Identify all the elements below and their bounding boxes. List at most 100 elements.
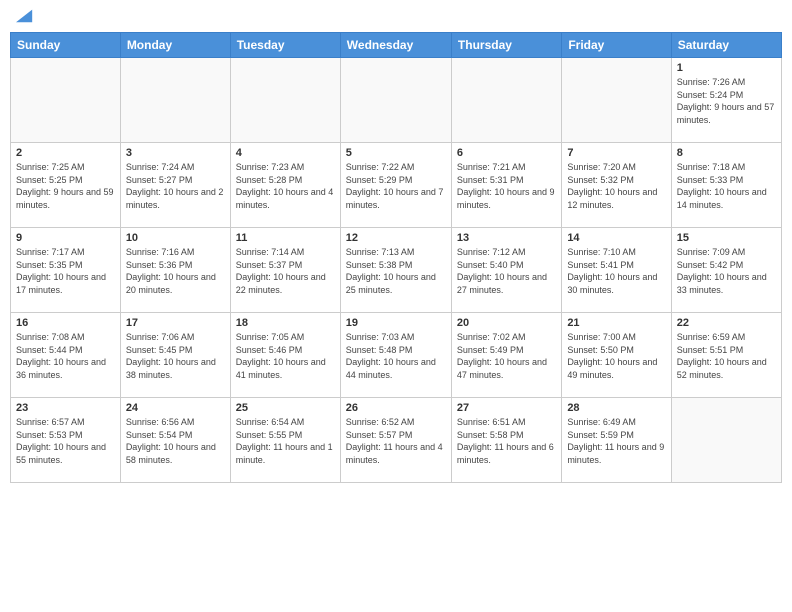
calendar-cell bbox=[562, 58, 671, 143]
calendar-cell bbox=[120, 58, 230, 143]
calendar-cell: 28Sunrise: 6:49 AM Sunset: 5:59 PM Dayli… bbox=[562, 398, 671, 483]
calendar-cell: 22 Sunrise: 6:59 AM Sunset: 5:51 PM Dayli… bbox=[671, 313, 781, 398]
calendar-cell: 27 Sunrise: 6:51 AM Sunset: 5:58 PM Dayli… bbox=[451, 398, 561, 483]
calendar-cell: 1 Sunrise: 7:26 AM Sunset: 5:24 PM Daylig… bbox=[671, 58, 781, 143]
weekday-header-wednesday: Wednesday bbox=[340, 33, 451, 58]
day-number: 7 bbox=[567, 147, 665, 159]
day-info: Sunrise: 7:22 AM Sunset: 5:29 PM Dayligh… bbox=[346, 161, 446, 211]
calendar-cell: 18 Sunrise: 7:05 AM Sunset: 5:46 PM Dayli… bbox=[230, 313, 340, 398]
calendar-cell bbox=[451, 58, 561, 143]
calendar-cell: 10 Sunrise: 7:16 AM Sunset: 5:36 PM Dayli… bbox=[120, 228, 230, 313]
day-info: Sunrise: 6:56 AM Sunset: 5:54 PM Dayligh… bbox=[126, 416, 225, 466]
calendar-cell: 13 Sunrise: 7:12 AM Sunset: 5:40 PM Dayli… bbox=[451, 228, 561, 313]
day-number: 2 bbox=[16, 147, 115, 159]
day-number: 21 bbox=[567, 317, 665, 329]
day-info: Sunrise: 7:02 AM Sunset: 5:49 PM Dayligh… bbox=[457, 331, 556, 381]
header bbox=[10, 10, 782, 24]
calendar-cell: 9 Sunrise: 7:17 AM Sunset: 5:35 PM Daylig… bbox=[11, 228, 121, 313]
day-number: 6 bbox=[457, 147, 556, 159]
day-info: Sunrise: 7:10 AM Sunset: 5:41 PM Dayligh… bbox=[567, 246, 665, 296]
day-number: 10 bbox=[126, 232, 225, 244]
calendar-cell: 23 Sunrise: 6:57 AM Sunset: 5:53 PM Dayli… bbox=[11, 398, 121, 483]
day-info: Sunrise: 7:12 AM Sunset: 5:40 PM Dayligh… bbox=[457, 246, 556, 296]
day-number: 20 bbox=[457, 317, 556, 329]
day-info: Sunrise: 7:25 AM Sunset: 5:25 PM Dayligh… bbox=[16, 161, 115, 211]
day-number: 8 bbox=[677, 147, 776, 159]
calendar-cell: 20 Sunrise: 7:02 AM Sunset: 5:49 PM Dayli… bbox=[451, 313, 561, 398]
day-info: Sunrise: 6:52 AM Sunset: 5:57 PM Dayligh… bbox=[346, 416, 446, 466]
day-info: Sunrise: 7:26 AM Sunset: 5:24 PM Dayligh… bbox=[677, 76, 776, 126]
day-info: Sunrise: 7:05 AM Sunset: 5:46 PM Dayligh… bbox=[236, 331, 335, 381]
day-number: 13 bbox=[457, 232, 556, 244]
week-row-1: 2 Sunrise: 7:25 AM Sunset: 5:25 PM Daylig… bbox=[11, 143, 782, 228]
calendar-cell: 6 Sunrise: 7:21 AM Sunset: 5:31 PM Daylig… bbox=[451, 143, 561, 228]
day-number: 9 bbox=[16, 232, 115, 244]
day-info: Sunrise: 7:20 AM Sunset: 5:32 PM Dayligh… bbox=[567, 161, 665, 211]
day-number: 23 bbox=[16, 402, 115, 414]
day-info: Sunrise: 7:16 AM Sunset: 5:36 PM Dayligh… bbox=[126, 246, 225, 296]
page: SundayMondayTuesdayWednesdayThursdayFrid… bbox=[0, 0, 792, 612]
calendar-cell bbox=[230, 58, 340, 143]
day-number: 17 bbox=[126, 317, 225, 329]
week-row-3: 16 Sunrise: 7:08 AM Sunset: 5:44 PM Dayli… bbox=[11, 313, 782, 398]
day-number: 12 bbox=[346, 232, 446, 244]
week-row-2: 9 Sunrise: 7:17 AM Sunset: 5:35 PM Daylig… bbox=[11, 228, 782, 313]
day-info: Sunrise: 6:57 AM Sunset: 5:53 PM Dayligh… bbox=[16, 416, 115, 466]
day-number: 18 bbox=[236, 317, 335, 329]
weekday-header-row: SundayMondayTuesdayWednesdayThursdayFrid… bbox=[11, 33, 782, 58]
calendar-cell: 7 Sunrise: 7:20 AM Sunset: 5:32 PM Daylig… bbox=[562, 143, 671, 228]
day-number: 1 bbox=[677, 62, 776, 74]
day-info: Sunrise: 6:51 AM Sunset: 5:58 PM Dayligh… bbox=[457, 416, 556, 466]
calendar-cell: 16 Sunrise: 7:08 AM Sunset: 5:44 PM Dayli… bbox=[11, 313, 121, 398]
day-number: 25 bbox=[236, 402, 335, 414]
day-number: 15 bbox=[677, 232, 776, 244]
day-info: Sunrise: 7:03 AM Sunset: 5:48 PM Dayligh… bbox=[346, 331, 446, 381]
calendar-cell: 17 Sunrise: 7:06 AM Sunset: 5:45 PM Dayli… bbox=[120, 313, 230, 398]
day-info: Sunrise: 7:06 AM Sunset: 5:45 PM Dayligh… bbox=[126, 331, 225, 381]
calendar-cell bbox=[671, 398, 781, 483]
calendar-cell: 15Sunrise: 7:09 AM Sunset: 5:42 PM Dayli… bbox=[671, 228, 781, 313]
calendar-cell: 26Sunrise: 6:52 AM Sunset: 5:57 PM Dayli… bbox=[340, 398, 451, 483]
day-number: 16 bbox=[16, 317, 115, 329]
week-row-0: 1 Sunrise: 7:26 AM Sunset: 5:24 PM Daylig… bbox=[11, 58, 782, 143]
weekday-header-monday: Monday bbox=[120, 33, 230, 58]
day-number: 22 bbox=[677, 317, 776, 329]
day-number: 11 bbox=[236, 232, 335, 244]
day-info: Sunrise: 7:08 AM Sunset: 5:44 PM Dayligh… bbox=[16, 331, 115, 381]
calendar-cell: 12 Sunrise: 7:13 AM Sunset: 5:38 PM Dayli… bbox=[340, 228, 451, 313]
week-row-4: 23 Sunrise: 6:57 AM Sunset: 5:53 PM Dayli… bbox=[11, 398, 782, 483]
day-number: 24 bbox=[126, 402, 225, 414]
day-info: Sunrise: 7:17 AM Sunset: 5:35 PM Dayligh… bbox=[16, 246, 115, 296]
weekday-header-sunday: Sunday bbox=[11, 33, 121, 58]
day-info: Sunrise: 6:54 AM Sunset: 5:55 PM Dayligh… bbox=[236, 416, 335, 466]
weekday-header-thursday: Thursday bbox=[451, 33, 561, 58]
calendar-cell: 11 Sunrise: 7:14 AM Sunset: 5:37 PM Dayli… bbox=[230, 228, 340, 313]
day-info: Sunrise: 7:21 AM Sunset: 5:31 PM Dayligh… bbox=[457, 161, 556, 211]
day-info: Sunrise: 7:24 AM Sunset: 5:27 PM Dayligh… bbox=[126, 161, 225, 211]
day-info: Sunrise: 6:49 AM Sunset: 5:59 PM Dayligh… bbox=[567, 416, 665, 466]
weekday-header-friday: Friday bbox=[562, 33, 671, 58]
day-number: 14 bbox=[567, 232, 665, 244]
calendar-cell bbox=[11, 58, 121, 143]
calendar-cell: 8 Sunrise: 7:18 AM Sunset: 5:33 PM Daylig… bbox=[671, 143, 781, 228]
day-info: Sunrise: 7:00 AM Sunset: 5:50 PM Dayligh… bbox=[567, 331, 665, 381]
day-number: 4 bbox=[236, 147, 335, 159]
day-info: Sunrise: 6:59 AM Sunset: 5:51 PM Dayligh… bbox=[677, 331, 776, 381]
day-info: Sunrise: 7:23 AM Sunset: 5:28 PM Dayligh… bbox=[236, 161, 335, 211]
day-number: 19 bbox=[346, 317, 446, 329]
calendar-cell: 5Sunrise: 7:22 AM Sunset: 5:29 PM Daylig… bbox=[340, 143, 451, 228]
day-info: Sunrise: 7:18 AM Sunset: 5:33 PM Dayligh… bbox=[677, 161, 776, 211]
day-info: Sunrise: 7:13 AM Sunset: 5:38 PM Dayligh… bbox=[346, 246, 446, 296]
day-info: Sunrise: 7:14 AM Sunset: 5:37 PM Dayligh… bbox=[236, 246, 335, 296]
calendar-table: SundayMondayTuesdayWednesdayThursdayFrid… bbox=[10, 32, 782, 483]
logo-icon bbox=[16, 6, 34, 24]
day-number: 3 bbox=[126, 147, 225, 159]
calendar-cell: 24 Sunrise: 6:56 AM Sunset: 5:54 PM Dayli… bbox=[120, 398, 230, 483]
day-number: 27 bbox=[457, 402, 556, 414]
calendar-cell: 19 Sunrise: 7:03 AM Sunset: 5:48 PM Dayli… bbox=[340, 313, 451, 398]
calendar-cell: 14 Sunrise: 7:10 AM Sunset: 5:41 PM Dayli… bbox=[562, 228, 671, 313]
calendar-cell: 25 Sunrise: 6:54 AM Sunset: 5:55 PM Dayli… bbox=[230, 398, 340, 483]
calendar-cell bbox=[340, 58, 451, 143]
logo bbox=[14, 10, 34, 24]
calendar-cell: 3 Sunrise: 7:24 AM Sunset: 5:27 PM Daylig… bbox=[120, 143, 230, 228]
